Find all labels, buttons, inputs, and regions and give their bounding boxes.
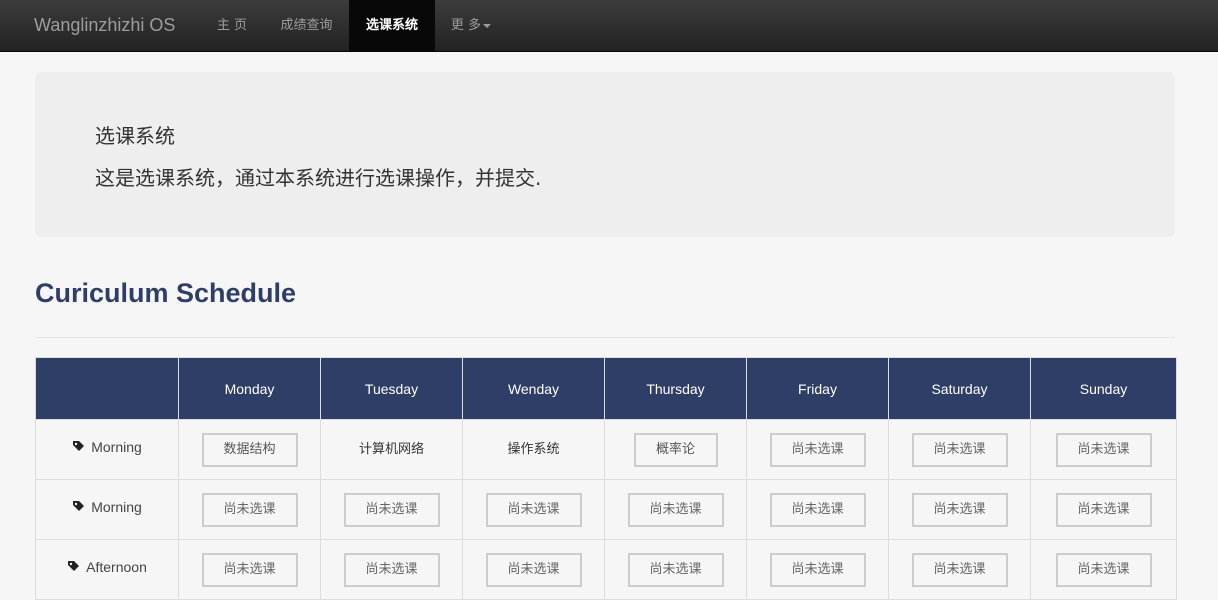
course-button[interactable]: 尚未选课 <box>485 552 582 587</box>
course-cell: 尚未选课 <box>1030 419 1177 480</box>
caret-down-icon <box>483 23 492 28</box>
slot-cell: Morning <box>35 479 179 540</box>
course-cell: 尚未选课 <box>888 419 1031 480</box>
nav-item-more-label: 更 多 <box>450 18 482 33</box>
course-button[interactable]: 概率论 <box>633 432 718 467</box>
course-button[interactable]: 尚未选课 <box>769 552 866 587</box>
slot-cell: Afternoon <box>35 539 179 600</box>
header-divider <box>35 337 1175 338</box>
column-header-slot <box>35 357 179 420</box>
course-cell: 尚未选课 <box>604 479 747 540</box>
nav-item-home[interactable]: 主 页 <box>200 0 264 51</box>
column-header-thursday: Thursday <box>604 357 747 420</box>
course-cell: 尚未选课 <box>888 479 1031 540</box>
jumbotron: 选课系统 这是选课系统，通过本系统进行选课操作，并提交. <box>35 72 1175 237</box>
slot-label: Morning <box>91 438 142 455</box>
course-button[interactable]: 尚未选课 <box>911 552 1008 587</box>
course-cell: 尚未选课 <box>746 539 889 600</box>
course-button[interactable]: 尚未选课 <box>1055 432 1152 467</box>
table-header-row: Monday Tuesday Wenday Thursday Friday Sa… <box>35 357 1177 420</box>
course-cell: 概率论 <box>604 419 747 480</box>
course-cell: 尚未选课 <box>320 539 463 600</box>
course-cell: 数据结构 <box>178 419 321 480</box>
nav-item-grades-label: 成绩查询 <box>280 18 333 33</box>
course-cell: 尚未选课 <box>888 539 1031 600</box>
schedule-table: Monday Tuesday Wenday Thursday Friday Sa… <box>35 357 1177 600</box>
course-button[interactable]: 尚未选课 <box>627 552 724 587</box>
course-button[interactable]: 尚未选课 <box>769 492 866 527</box>
course-name[interactable]: 操作系统 <box>507 442 559 457</box>
tag-icon <box>72 500 85 517</box>
nav-item-course-selection-label: 选课系统 <box>365 18 418 33</box>
course-button[interactable]: 尚未选课 <box>911 432 1008 467</box>
course-button[interactable]: 尚未选课 <box>343 552 440 587</box>
course-button[interactable]: 尚未选课 <box>343 492 440 527</box>
table-row: Afternoon 尚未选课 尚未选课 尚未选课 尚未选课 尚未选课 尚未选课 … <box>35 539 1177 600</box>
course-cell: 尚未选课 <box>746 479 889 540</box>
column-header-saturday: Saturday <box>888 357 1031 420</box>
nav-item-grades[interactable]: 成绩查询 <box>264 0 349 51</box>
column-header-monday: Monday <box>178 357 321 420</box>
column-header-sunday: Sunday <box>1030 357 1177 420</box>
course-button[interactable]: 尚未选课 <box>201 552 298 587</box>
slot-label: Morning <box>91 498 142 515</box>
brand-logo-text[interactable]: Wanglinzhizhi OS <box>34 0 175 51</box>
course-button[interactable]: 尚未选课 <box>201 492 298 527</box>
course-cell: 计算机网络 <box>320 419 463 480</box>
column-header-friday: Friday <box>746 357 889 420</box>
course-button[interactable]: 尚未选课 <box>485 492 582 527</box>
course-cell: 尚未选课 <box>462 539 605 600</box>
course-cell: 操作系统 <box>462 419 605 480</box>
slot-label: Afternoon <box>86 558 147 575</box>
jumbotron-title: 选课系统 <box>95 124 175 148</box>
navbar: Wanglinzhizhi OS 主 页 成绩查询 选课系统 更 多 <box>0 0 1218 52</box>
table-row: Morning 尚未选课 尚未选课 尚未选课 尚未选课 尚未选课 尚未选课 尚未… <box>35 479 1177 540</box>
course-cell: 尚未选课 <box>1030 479 1177 540</box>
course-cell: 尚未选课 <box>462 479 605 540</box>
course-cell: 尚未选课 <box>604 539 747 600</box>
course-button[interactable]: 尚未选课 <box>1055 492 1152 527</box>
course-button[interactable]: 尚未选课 <box>769 432 866 467</box>
course-cell: 尚未选课 <box>1030 539 1177 600</box>
nav-item-more-dropdown[interactable]: 更 多 <box>435 0 507 51</box>
course-button[interactable]: 尚未选课 <box>1055 552 1152 587</box>
table-row: Morning 数据结构 计算机网络 操作系统 概率论 尚未选课 尚未选课 尚未… <box>35 419 1177 480</box>
page-title: Curiculum Schedule <box>35 278 297 308</box>
slot-cell: Morning <box>35 419 179 480</box>
column-header-wednesday: Wenday <box>462 357 605 420</box>
course-cell: 尚未选课 <box>746 419 889 480</box>
course-cell: 尚未选课 <box>178 479 321 540</box>
tag-icon <box>67 560 80 577</box>
course-cell: 尚未选课 <box>320 479 463 540</box>
course-button[interactable]: 尚未选课 <box>911 492 1008 527</box>
column-header-tuesday: Tuesday <box>320 357 463 420</box>
tag-icon <box>72 440 85 457</box>
course-button[interactable]: 数据结构 <box>201 432 298 467</box>
nav-item-home-label: 主 页 <box>216 18 248 33</box>
jumbotron-description: 这是选课系统，通过本系统进行选课操作，并提交. <box>95 166 542 190</box>
nav-item-course-selection[interactable]: 选课系统 <box>349 0 435 51</box>
course-button[interactable]: 尚未选课 <box>627 492 724 527</box>
course-cell: 尚未选课 <box>178 539 321 600</box>
course-name[interactable]: 计算机网络 <box>359 442 424 457</box>
